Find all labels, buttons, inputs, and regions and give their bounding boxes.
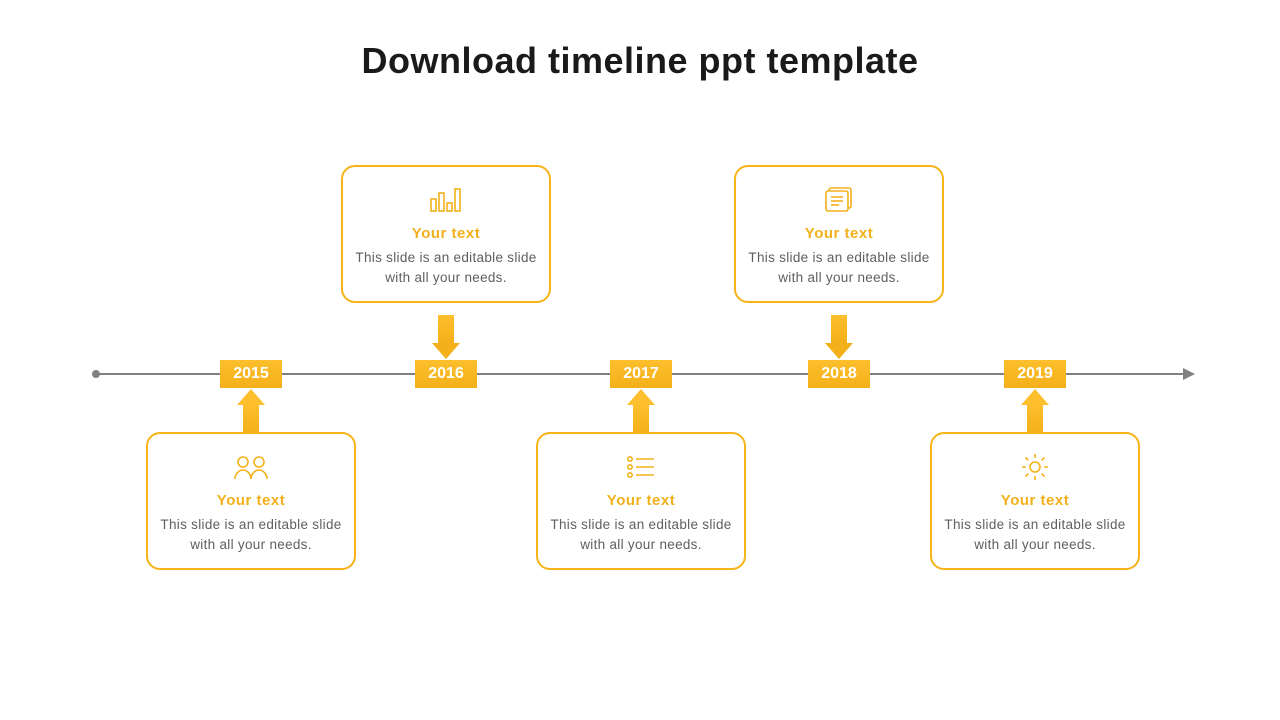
slide-title: Download timeline ppt template <box>0 40 1280 82</box>
timeline-card-2015: Your text This slide is an editable slid… <box>146 432 356 570</box>
axis-end-arrow-icon <box>1183 368 1195 380</box>
card-heading: Your text <box>942 492 1128 509</box>
bar-chart-icon <box>353 181 539 219</box>
connector-2016 <box>432 315 460 359</box>
connector-2017 <box>627 389 655 433</box>
card-heading: Your text <box>746 225 932 242</box>
document-icon <box>746 181 932 219</box>
connector-2018 <box>825 315 853 359</box>
card-body: This slide is an editable slide with all… <box>548 515 734 554</box>
card-body: This slide is an editable slide with all… <box>942 515 1128 554</box>
card-heading: Your text <box>158 492 344 509</box>
people-icon <box>158 448 344 486</box>
connector-2019 <box>1021 389 1049 433</box>
axis-start-dot <box>92 370 100 378</box>
card-heading: Your text <box>548 492 734 509</box>
year-marker-2015: 2015 <box>220 360 282 388</box>
timeline-card-2018: Your text This slide is an editable slid… <box>734 165 944 303</box>
year-marker-2017: 2017 <box>610 360 672 388</box>
year-marker-2019: 2019 <box>1004 360 1066 388</box>
card-body: This slide is an editable slide with all… <box>158 515 344 554</box>
card-heading: Your text <box>353 225 539 242</box>
year-marker-2016: 2016 <box>415 360 477 388</box>
connector-2015 <box>237 389 265 433</box>
list-icon <box>548 448 734 486</box>
timeline-card-2016: Your text This slide is an editable slid… <box>341 165 551 303</box>
timeline-card-2019: Your text This slide is an editable slid… <box>930 432 1140 570</box>
year-marker-2018: 2018 <box>808 360 870 388</box>
gear-icon <box>942 448 1128 486</box>
card-body: This slide is an editable slide with all… <box>353 248 539 287</box>
timeline-card-2017: Your text This slide is an editable slid… <box>536 432 746 570</box>
card-body: This slide is an editable slide with all… <box>746 248 932 287</box>
